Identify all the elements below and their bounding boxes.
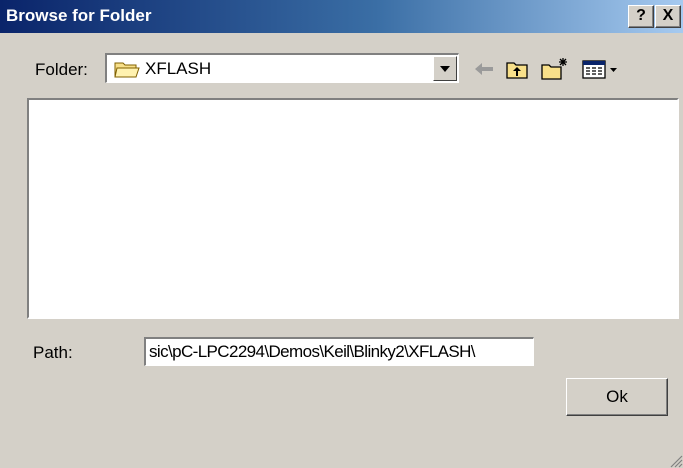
- folder-label: Folder:: [35, 60, 88, 79]
- new-folder-icon[interactable]: [540, 56, 570, 82]
- folder-list-view[interactable]: [27, 98, 679, 319]
- window-title: Browse for Folder: [6, 6, 152, 25]
- back-arrow-icon[interactable]: [471, 56, 497, 82]
- path-label: Path:: [33, 343, 73, 362]
- help-button[interactable]: ?: [628, 5, 654, 28]
- title-bar[interactable]: Browse for Folder ? X: [0, 0, 683, 33]
- path-field[interactable]: sic\pC-LPC2294\Demos\Keil\Blinky2\XFLASH…: [144, 337, 534, 366]
- folder-icon: [114, 62, 140, 78]
- ok-button[interactable]: Ok: [566, 378, 668, 416]
- close-button[interactable]: X: [655, 5, 681, 28]
- chevron-down-icon: [440, 66, 450, 72]
- resize-grip-icon[interactable]: [667, 452, 683, 468]
- dropdown-button[interactable]: [433, 56, 457, 81]
- folder-selected-value: XFLASH: [145, 59, 212, 78]
- view-menu-icon[interactable]: [581, 56, 621, 82]
- up-folder-icon[interactable]: [505, 56, 531, 82]
- folder-dropdown[interactable]: XFLASH: [105, 53, 459, 83]
